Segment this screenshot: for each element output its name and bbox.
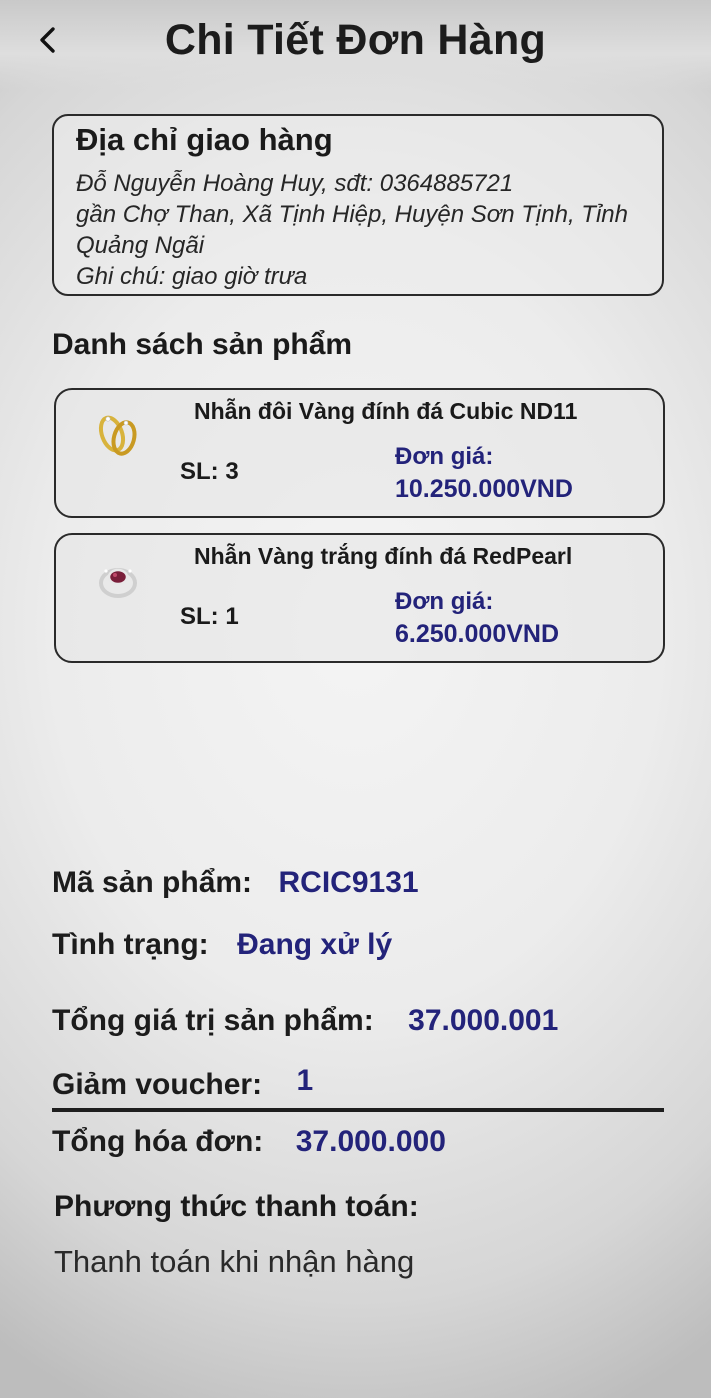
delivery-note: Ghi chú: giao giờ trưa: [76, 263, 308, 290]
product-quantity: SL: 3: [180, 458, 239, 485]
unit-price-value: 6.250.000VND: [395, 620, 560, 648]
total-label: Tổng hóa đơn:: [52, 1125, 264, 1158]
product-name: Nhẫn Vàng trắng đính đá RedPearl: [194, 543, 573, 569]
voucher-value: 1: [296, 1064, 314, 1097]
app-header: Chi Tiết Đơn Hàng: [0, 0, 711, 90]
order-code-value: RCIC9131: [278, 866, 419, 899]
total-divider: [52, 1108, 664, 1112]
shipping-address-card: Địa chỉ giao hàng Đỗ Nguyễn Hoàng Huy, s…: [52, 114, 664, 296]
order-status-label: Tình trạng:: [52, 928, 209, 961]
address-line-continued: Quảng Ngãi: [76, 232, 205, 259]
product-list-title: Danh sách sản phẩm: [52, 328, 353, 361]
order-status-row: Tình trạng: Đang xử lý: [52, 928, 392, 962]
page-title: Chi Tiết Đơn Hàng: [164, 16, 547, 64]
product-item[interactable]: Nhẫn Vàng trắng đính đá RedPearl SL: 1 Đ…: [54, 533, 665, 663]
order-code-row: Mã sản phẩm: RCIC9131: [52, 866, 419, 900]
address-line: gần Chợ Than, Xã Tịnh Hiệp, Huyện Sơn Tị…: [76, 201, 628, 228]
payment-method-label: Phương thức thanh toán:: [54, 1190, 419, 1223]
gold-couple-ring-icon: [98, 415, 137, 456]
unit-price-label: Đơn giá:: [395, 443, 494, 470]
total-row: Tổng hóa đơn: 37.000.000: [52, 1125, 446, 1159]
total-value: 37.000.000: [295, 1125, 446, 1158]
product-quantity: SL: 1: [180, 603, 239, 630]
recipient-line: Đỗ Nguyễn Hoàng Huy, sđt: 0364885721: [76, 170, 514, 197]
order-code-label: Mã sản phẩm:: [52, 866, 253, 899]
unit-price-value: 10.250.000VND: [395, 475, 573, 503]
subtotal-value: 37.000.001: [408, 1004, 559, 1037]
unit-price-label: Đơn giá:: [395, 588, 494, 615]
product-item[interactable]: Nhẫn đôi Vàng đính đá Cubic ND11 SL: 3 Đ…: [54, 388, 665, 518]
voucher-label: Giảm voucher:: [52, 1068, 263, 1101]
product-name: Nhẫn đôi Vàng đính đá Cubic ND11: [194, 398, 578, 424]
shipping-address-title: Địa chỉ giao hàng: [76, 122, 333, 157]
white-gold-red-stone-ring-icon: [99, 568, 137, 598]
voucher-row: Giảm voucher: 1: [52, 1064, 313, 1102]
subtotal-label: Tổng giá trị sản phẩm:: [52, 1004, 374, 1037]
payment-method-value: Thanh toán khi nhận hàng: [54, 1244, 415, 1279]
order-status-value: Đang xử lý: [237, 928, 393, 961]
subtotal-row: Tổng giá trị sản phẩm: 37.000.001: [52, 1004, 558, 1038]
